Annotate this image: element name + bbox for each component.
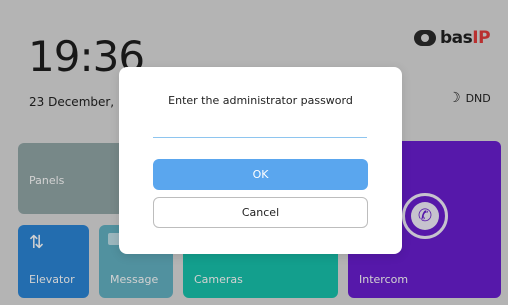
- cancel-button[interactable]: Cancel: [153, 197, 368, 228]
- password-input[interactable]: [153, 121, 367, 138]
- dialog-title: Enter the administrator password: [168, 94, 353, 107]
- password-dialog: Enter the administrator password OK Canc…: [119, 67, 402, 254]
- ok-button[interactable]: OK: [153, 159, 368, 190]
- home-screen: 19:36 23 December, basIP ☾ DND Panels ⇅ …: [0, 0, 508, 305]
